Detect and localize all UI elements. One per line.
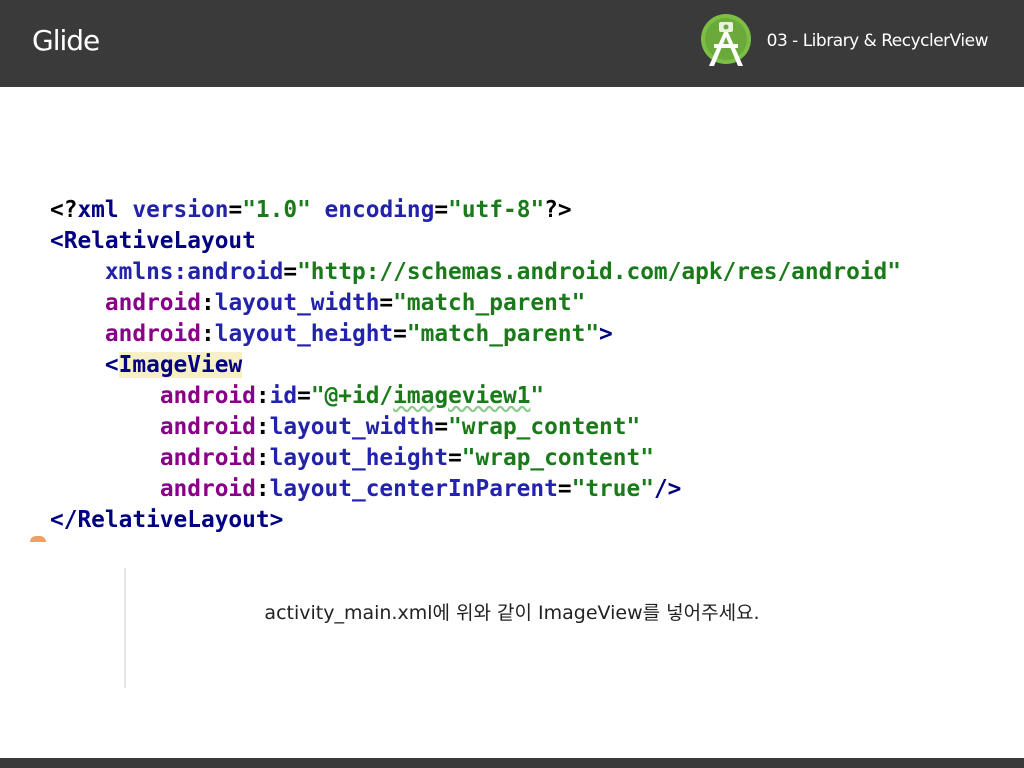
header-bar: Glide 03 - Library & RecyclerView bbox=[0, 0, 1024, 87]
code-line-5: android:layout_height="match_parent"> bbox=[104, 321, 613, 347]
slide-caption: activity_main.xml에 위와 같이 ImageView를 넣어주세… bbox=[264, 602, 760, 624]
code-snippet: <?xml version="1.0" encoding="utf-8"?> <… bbox=[50, 188, 980, 688]
code-line-8: android:layout_width="wrap_content" bbox=[159, 414, 641, 440]
slide-title: Glide bbox=[32, 24, 100, 57]
code-line-3: xmlns:android="http://schemas.android.co… bbox=[104, 259, 901, 285]
code-line-6: <ImageView bbox=[104, 352, 243, 378]
spellcheck-word: imageview1 bbox=[393, 383, 531, 409]
code-line-11: </RelativeLayout> bbox=[50, 507, 284, 533]
code-line-4: android:layout_width="match_parent" bbox=[104, 290, 586, 316]
code-line-9: android:layout_height="wrap_content" bbox=[159, 445, 654, 471]
editor-caret-marker bbox=[30, 536, 46, 542]
indent-guide bbox=[124, 568, 126, 688]
footer-bar bbox=[0, 758, 1024, 768]
slide-subtitle: 03 - Library & RecyclerView bbox=[766, 31, 989, 51]
highlighted-tag: ImageView bbox=[118, 352, 243, 378]
android-studio-logo-icon bbox=[701, 14, 751, 66]
code-line-10: android:layout_centerInParent="true"/> bbox=[159, 476, 682, 502]
code-line-7: android:id="@+id/imageview1" bbox=[159, 383, 545, 409]
code-line-1: <?xml version="1.0" encoding="utf-8"?> bbox=[50, 197, 572, 223]
code-line-2: <RelativeLayout bbox=[50, 228, 256, 254]
